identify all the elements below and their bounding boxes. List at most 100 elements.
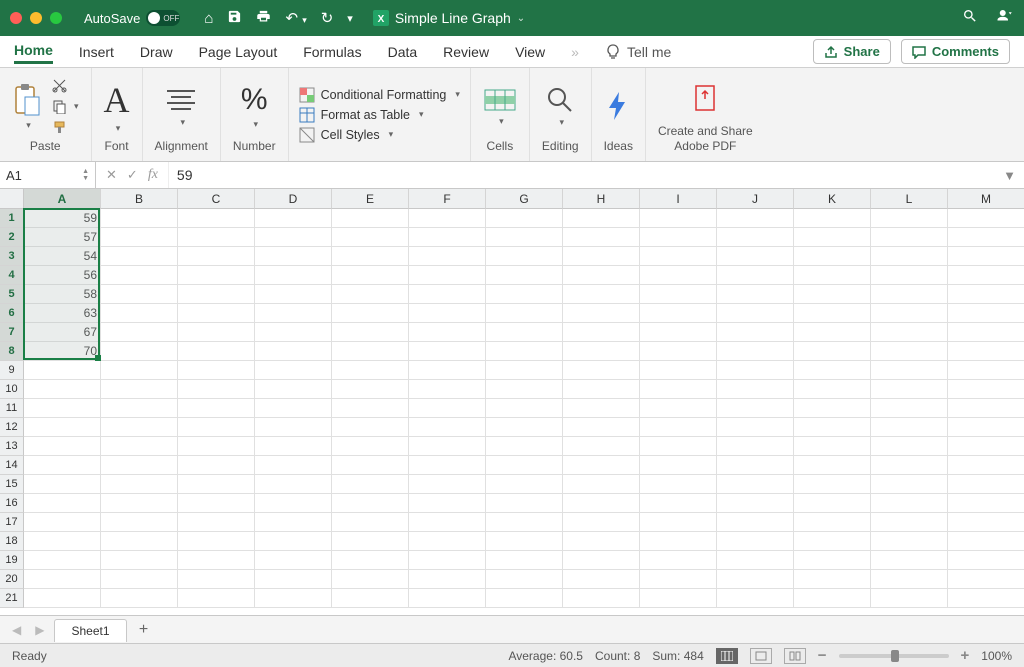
cell-I3[interactable] <box>640 247 717 266</box>
cell-C12[interactable] <box>178 418 255 437</box>
cells-area[interactable]: 5957545658636770 <box>24 209 1024 615</box>
cell-G4[interactable] <box>486 266 563 285</box>
zoom-slider[interactable] <box>839 654 949 658</box>
column-header-L[interactable]: L <box>871 189 948 209</box>
comments-button[interactable]: Comments <box>901 39 1010 64</box>
cell-I17[interactable] <box>640 513 717 532</box>
cell-L20[interactable] <box>871 570 948 589</box>
paste-button[interactable] <box>12 83 42 131</box>
cell-L15[interactable] <box>871 475 948 494</box>
add-sheet-button[interactable]: + <box>133 619 155 641</box>
cell-H6[interactable] <box>563 304 640 323</box>
cell-M18[interactable] <box>948 532 1024 551</box>
row-header-12[interactable]: 12 <box>0 418 24 437</box>
cell-F15[interactable] <box>409 475 486 494</box>
formula-input[interactable]: 59 <box>169 167 995 183</box>
cell-K3[interactable] <box>794 247 871 266</box>
cell-M3[interactable] <box>948 247 1024 266</box>
cell-J18[interactable] <box>717 532 794 551</box>
cell-I2[interactable] <box>640 228 717 247</box>
cell-E20[interactable] <box>332 570 409 589</box>
row-header-7[interactable]: 7 <box>0 323 24 342</box>
cell-D15[interactable] <box>255 475 332 494</box>
cell-A4[interactable]: 56 <box>24 266 101 285</box>
tab-view[interactable]: View <box>515 41 545 63</box>
cell-L14[interactable] <box>871 456 948 475</box>
cell-J15[interactable] <box>717 475 794 494</box>
cell-H19[interactable] <box>563 551 640 570</box>
cell-B18[interactable] <box>101 532 178 551</box>
cell-K16[interactable] <box>794 494 871 513</box>
cell-L5[interactable] <box>871 285 948 304</box>
cell-G6[interactable] <box>486 304 563 323</box>
column-header-D[interactable]: D <box>255 189 332 209</box>
cell-B11[interactable] <box>101 399 178 418</box>
cell-E18[interactable] <box>332 532 409 551</box>
column-header-F[interactable]: F <box>409 189 486 209</box>
ideas-button[interactable] <box>605 90 631 124</box>
cell-C13[interactable] <box>178 437 255 456</box>
cell-M10[interactable] <box>948 380 1024 399</box>
cell-M6[interactable] <box>948 304 1024 323</box>
row-header-16[interactable]: 16 <box>0 494 24 513</box>
cell-G13[interactable] <box>486 437 563 456</box>
cell-A19[interactable] <box>24 551 101 570</box>
cell-J12[interactable] <box>717 418 794 437</box>
cell-G19[interactable] <box>486 551 563 570</box>
cell-M19[interactable] <box>948 551 1024 570</box>
cell-J6[interactable] <box>717 304 794 323</box>
cell-E10[interactable] <box>332 380 409 399</box>
cell-D1[interactable] <box>255 209 332 228</box>
cell-M15[interactable] <box>948 475 1024 494</box>
cell-G20[interactable] <box>486 570 563 589</box>
cell-K4[interactable] <box>794 266 871 285</box>
cell-K2[interactable] <box>794 228 871 247</box>
cell-C1[interactable] <box>178 209 255 228</box>
cell-F11[interactable] <box>409 399 486 418</box>
cell-M17[interactable] <box>948 513 1024 532</box>
row-header-14[interactable]: 14 <box>0 456 24 475</box>
cell-G10[interactable] <box>486 380 563 399</box>
cell-styles-button[interactable]: Cell Styles <box>299 127 460 143</box>
row-header-18[interactable]: 18 <box>0 532 24 551</box>
tab-home[interactable]: Home <box>14 39 53 64</box>
cell-F3[interactable] <box>409 247 486 266</box>
cell-A9[interactable] <box>24 361 101 380</box>
cell-M7[interactable] <box>948 323 1024 342</box>
cell-H8[interactable] <box>563 342 640 361</box>
create-share-pdf-button[interactable] <box>690 83 720 115</box>
column-header-K[interactable]: K <box>794 189 871 209</box>
cell-L21[interactable] <box>871 589 948 608</box>
cell-G11[interactable] <box>486 399 563 418</box>
cell-B2[interactable] <box>101 228 178 247</box>
cell-C17[interactable] <box>178 513 255 532</box>
row-header-10[interactable]: 10 <box>0 380 24 399</box>
cell-B13[interactable] <box>101 437 178 456</box>
column-header-C[interactable]: C <box>178 189 255 209</box>
cell-B3[interactable] <box>101 247 178 266</box>
cell-I4[interactable] <box>640 266 717 285</box>
cell-G9[interactable] <box>486 361 563 380</box>
cell-C3[interactable] <box>178 247 255 266</box>
column-header-J[interactable]: J <box>717 189 794 209</box>
cell-L11[interactable] <box>871 399 948 418</box>
cell-D2[interactable] <box>255 228 332 247</box>
row-header-21[interactable]: 21 <box>0 589 24 608</box>
cell-M21[interactable] <box>948 589 1024 608</box>
cell-C21[interactable] <box>178 589 255 608</box>
cell-D6[interactable] <box>255 304 332 323</box>
document-title[interactable]: X Simple Line Graph ⌄ <box>373 10 525 26</box>
cell-L9[interactable] <box>871 361 948 380</box>
cell-A16[interactable] <box>24 494 101 513</box>
cell-H16[interactable] <box>563 494 640 513</box>
cell-J19[interactable] <box>717 551 794 570</box>
cell-E11[interactable] <box>332 399 409 418</box>
cell-F17[interactable] <box>409 513 486 532</box>
cell-J14[interactable] <box>717 456 794 475</box>
cell-E2[interactable] <box>332 228 409 247</box>
enter-formula-icon[interactable]: ✓ <box>127 167 138 183</box>
cell-E3[interactable] <box>332 247 409 266</box>
cell-G5[interactable] <box>486 285 563 304</box>
cell-L7[interactable] <box>871 323 948 342</box>
cell-K6[interactable] <box>794 304 871 323</box>
